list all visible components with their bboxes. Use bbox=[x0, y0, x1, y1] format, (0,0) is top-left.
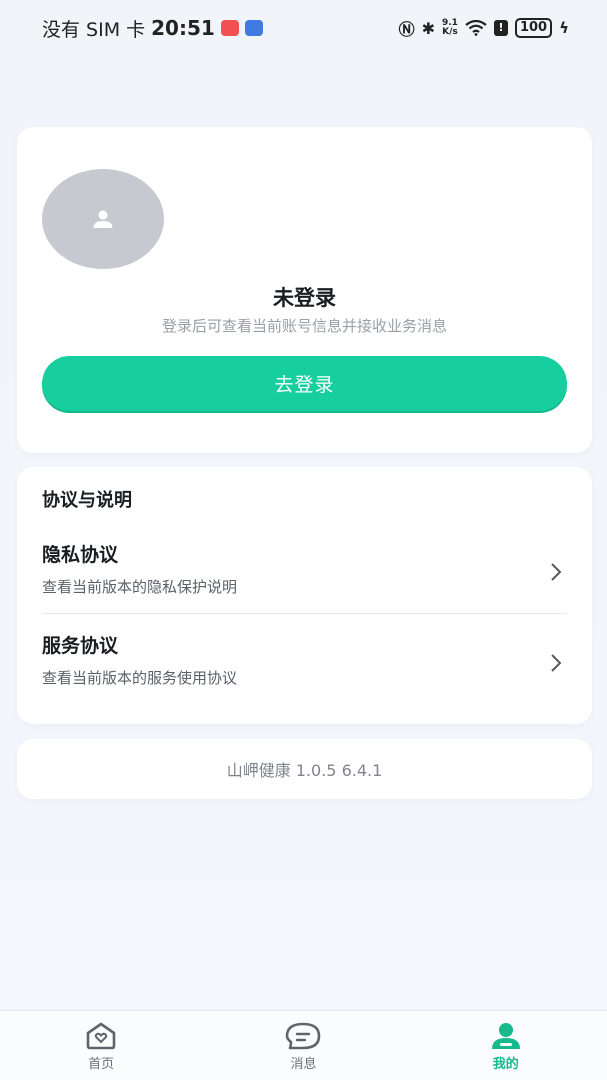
login-status-subtitle: 登录后可查看当前账号信息并接收业务消息 bbox=[161, 317, 447, 335]
privacy-agreement-item[interactable]: 隐私协议 查看当前版本的隐私保护说明 bbox=[17, 540, 592, 620]
network-speed-unit: K/s bbox=[442, 27, 458, 37]
profile-card: 未登录 登录后可查看当前账号信息并接收业务消息 去登录 bbox=[17, 127, 592, 453]
section-title: 协议与说明 bbox=[42, 490, 132, 511]
bottom-tab-bar: 首页 消息 我的 bbox=[0, 1010, 607, 1080]
login-button[interactable]: 去登录 bbox=[42, 356, 567, 411]
tab-me-label: 我的 bbox=[492, 1057, 519, 1072]
service-agreement-desc: 查看当前版本的服务使用协议 bbox=[42, 669, 238, 687]
app-version-text: 山岬健康 1.0.5 6.4.1 bbox=[226, 761, 383, 780]
bluetooth-icon: ✱ bbox=[421, 18, 435, 38]
carrier-text: 没有 SIM 卡 bbox=[42, 18, 146, 41]
tab-home[interactable]: 首页 bbox=[41, 1011, 161, 1080]
tab-messages-label: 消息 bbox=[290, 1057, 317, 1072]
tab-home-label: 首页 bbox=[88, 1057, 115, 1072]
version-card: 山岬健康 1.0.5 6.4.1 bbox=[17, 739, 592, 799]
home-heart-icon bbox=[86, 1022, 116, 1050]
privacy-agreement-desc: 查看当前版本的隐私保护说明 bbox=[42, 578, 238, 596]
battery-indicator: 100 bbox=[514, 18, 553, 38]
avatar[interactable] bbox=[42, 169, 164, 269]
privacy-agreement-title: 隐私协议 bbox=[42, 544, 119, 566]
chevron-right-icon bbox=[551, 563, 562, 581]
message-bubble-icon bbox=[286, 1022, 321, 1050]
nfc-icon: Ⓝ bbox=[398, 20, 415, 39]
usb-icon bbox=[244, 20, 263, 36]
service-agreement-item[interactable]: 服务协议 查看当前版本的服务使用协议 bbox=[17, 631, 592, 711]
tab-me[interactable]: 我的 bbox=[446, 1011, 566, 1080]
status-left: 没有 SIM 卡 20:51 bbox=[42, 15, 263, 42]
status-bar: 没有 SIM 卡 20:51 Ⓝ ✱ 9.1 K/s ! 100 ϟ bbox=[0, 0, 607, 56]
user-profile-icon bbox=[491, 1023, 520, 1049]
alert-icon: ! bbox=[493, 20, 508, 36]
app-notification-icon bbox=[220, 20, 239, 36]
agreements-card: 协议与说明 隐私协议 查看当前版本的隐私保护说明 服务协议 查看当前版本的服务使… bbox=[17, 467, 592, 724]
tab-messages[interactable]: 消息 bbox=[243, 1011, 363, 1080]
login-status-title: 未登录 bbox=[273, 286, 336, 310]
status-right: Ⓝ ✱ 9.1 K/s ! 100 ϟ bbox=[399, 16, 569, 40]
user-silhouette-icon bbox=[93, 210, 113, 228]
network-speed: 9.1 K/s bbox=[442, 19, 458, 37]
clock-time: 20:51 bbox=[151, 16, 215, 40]
divider bbox=[42, 613, 567, 614]
chevron-right-icon bbox=[551, 654, 562, 672]
service-agreement-title: 服务协议 bbox=[42, 635, 119, 657]
charging-icon: ϟ bbox=[559, 19, 569, 37]
wifi-icon bbox=[465, 20, 487, 36]
